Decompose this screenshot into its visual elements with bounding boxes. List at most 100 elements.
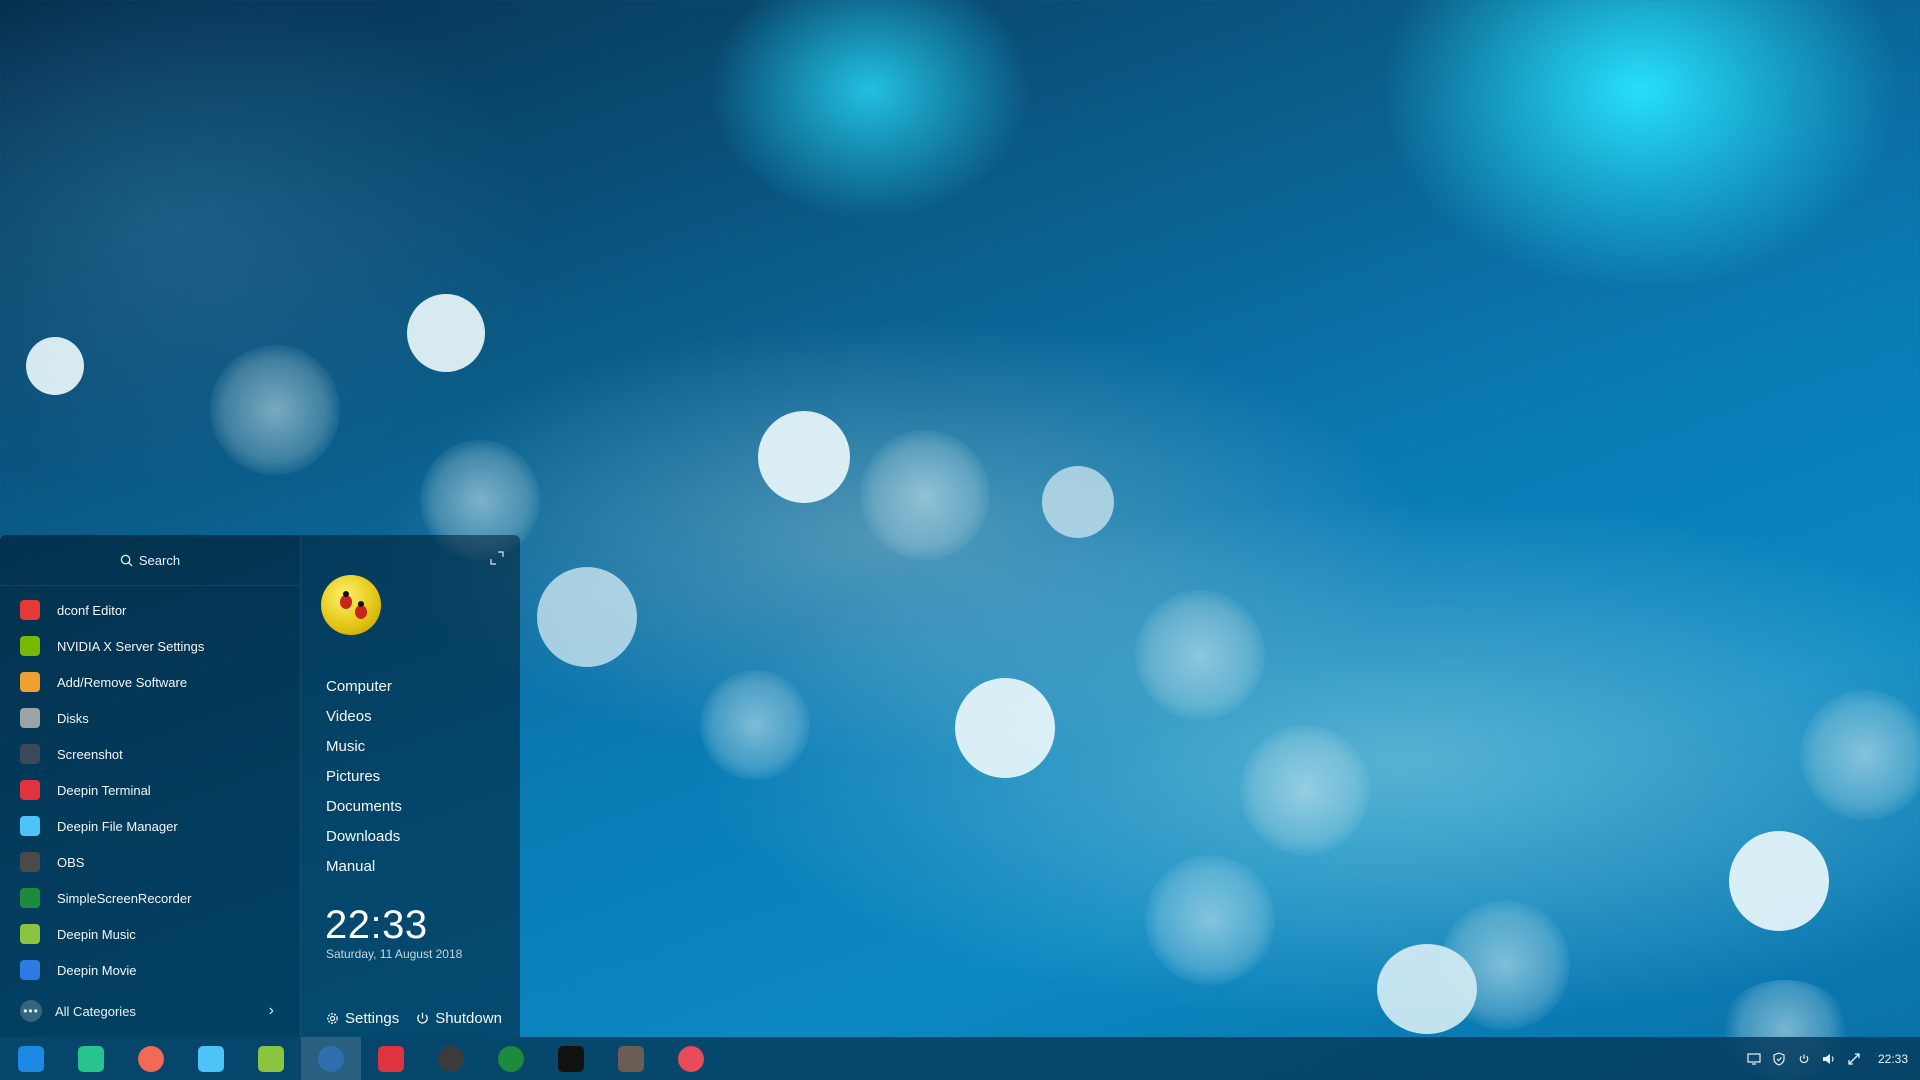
inkscape-icon: [558, 1045, 584, 1072]
ladybug-icon: [355, 601, 367, 619]
gimp-icon: [618, 1045, 644, 1072]
obs-icon: [438, 1045, 464, 1072]
app-list: dconf Editor NVIDIA X Server Settings Ad…: [0, 586, 300, 988]
place-manual[interactable]: Manual: [326, 852, 402, 882]
display-icon[interactable]: [1747, 1052, 1761, 1066]
wallpaper-bokeh: [955, 678, 1055, 778]
screen-recorder-icon: [20, 888, 40, 908]
search-icon: [120, 554, 133, 567]
dock-item-file-manager[interactable]: [181, 1037, 241, 1080]
movie-icon: [20, 960, 40, 980]
more-dots-icon: •••: [20, 1000, 42, 1022]
app-item-screenshot[interactable]: Screenshot: [0, 736, 300, 772]
app-item-deepin-movie[interactable]: Deepin Movie: [0, 952, 300, 988]
screen-recorder-icon: [138, 1045, 164, 1072]
taskbar-clock[interactable]: 22:33: [1878, 1052, 1908, 1066]
dock-item-screen-recorder[interactable]: [121, 1037, 181, 1080]
dock-item-obs[interactable]: [421, 1037, 481, 1080]
wallpaper-bokeh: [1042, 466, 1114, 538]
app-item-deepin-music[interactable]: Deepin Music: [0, 916, 300, 952]
app-list-pane: Search dconf Editor NVIDIA X Server Sett…: [0, 535, 300, 1037]
app-item-disks[interactable]: Disks: [0, 700, 300, 736]
file-manager-icon: [20, 816, 40, 836]
wallpaper-bokeh: [1135, 590, 1265, 720]
wallpaper-bokeh: [407, 294, 485, 372]
app-item-obs[interactable]: OBS: [0, 844, 300, 880]
place-pictures[interactable]: Pictures: [326, 762, 402, 792]
terminal-icon: [378, 1045, 404, 1072]
start-menu: Search dconf Editor NVIDIA X Server Sett…: [0, 535, 520, 1037]
dock-item-gimp[interactable]: [601, 1037, 661, 1080]
dock-item-simple-screen-recorder[interactable]: [481, 1037, 541, 1080]
nvidia-icon: [20, 636, 40, 656]
wallpaper-bokeh: [1377, 944, 1477, 1034]
settings-button[interactable]: Settings: [325, 1010, 399, 1027]
app-label: Screenshot: [57, 746, 123, 762]
settings-label: Settings: [345, 1010, 400, 1027]
wallpaper-bokeh: [758, 411, 850, 503]
app-label: SimpleScreenRecorder: [57, 890, 192, 906]
app-label: Deepin Movie: [57, 962, 137, 978]
dock-item-settings-gear[interactable]: [661, 1037, 721, 1080]
dock-item-deepin-browser[interactable]: [301, 1037, 361, 1080]
search-input[interactable]: Search: [0, 535, 300, 586]
dock-item-inkscape[interactable]: [541, 1037, 601, 1080]
app-label: Deepin File Manager: [57, 818, 178, 834]
network-icon[interactable]: [1847, 1052, 1861, 1066]
places-list: Computer Videos Music Pictures Documents…: [326, 672, 402, 882]
app-item-nvidia-settings[interactable]: NVIDIA X Server Settings: [0, 628, 300, 664]
app-item-deepin-terminal[interactable]: Deepin Terminal: [0, 772, 300, 808]
place-videos[interactable]: Videos: [326, 702, 402, 732]
user-avatar[interactable]: [321, 575, 381, 635]
file-manager-icon: [198, 1045, 224, 1072]
gear-icon: [327, 1013, 338, 1024]
search-placeholder: Search: [138, 552, 181, 568]
wallpaper-bokeh: [26, 337, 84, 395]
screenshot-icon: [20, 744, 40, 764]
dock-item-launcher[interactable]: [1, 1037, 61, 1080]
power-icon: [417, 1012, 429, 1024]
shield-icon[interactable]: [1772, 1051, 1786, 1066]
shutdown-button[interactable]: Shutdown: [415, 1010, 502, 1027]
app-item-dconf-editor[interactable]: dconf Editor: [0, 592, 300, 628]
all-categories-button[interactable]: ••• All Categories ›: [0, 993, 300, 1029]
settings-gear-icon: [678, 1045, 704, 1072]
place-computer[interactable]: Computer: [326, 672, 402, 702]
wallpaper-bokeh: [1800, 690, 1920, 820]
power-actions: Settings Shutdown: [325, 1010, 502, 1027]
simple-screen-recorder-icon: [498, 1045, 524, 1072]
volume-icon[interactable]: [1822, 1052, 1836, 1066]
power-icon[interactable]: [1797, 1052, 1811, 1066]
chevron-right-icon: ›: [268, 1002, 274, 1019]
terminal-icon: [20, 780, 40, 800]
app-item-deepin-file-manager[interactable]: Deepin File Manager: [0, 808, 300, 844]
app-label: Add/Remove Software: [57, 674, 188, 690]
app-label: NVIDIA X Server Settings: [57, 638, 205, 654]
wallpaper-bokeh: [1729, 831, 1829, 931]
wallpaper-bokeh: [1145, 855, 1275, 985]
launcher-clock: 22:33: [325, 903, 428, 947]
dock-item-terminal-green[interactable]: [61, 1037, 121, 1080]
dock: [0, 1037, 721, 1080]
app-item-simple-screen-recorder[interactable]: SimpleScreenRecorder: [0, 880, 300, 916]
wallpaper-bokeh: [860, 430, 990, 560]
all-categories-label: All Categories: [55, 1003, 136, 1019]
ladybug-icon: [340, 591, 352, 609]
wallpaper-bokeh: [700, 670, 810, 780]
app-item-add-remove-software[interactable]: Add/Remove Software: [0, 664, 300, 700]
dock-item-music[interactable]: [241, 1037, 301, 1080]
app-label: Deepin Music: [57, 926, 136, 942]
wallpaper-bokeh: [1240, 725, 1370, 855]
dconf-editor-icon: [20, 600, 40, 620]
taskbar: 22:33: [0, 1037, 1920, 1080]
place-music[interactable]: Music: [326, 732, 402, 762]
fullscreen-toggle-icon[interactable]: [490, 551, 504, 565]
app-label: Deepin Terminal: [57, 782, 151, 798]
deepin-browser-icon: [318, 1045, 344, 1072]
dock-item-terminal[interactable]: [361, 1037, 421, 1080]
app-label: Disks: [57, 710, 89, 726]
obs-icon: [20, 852, 40, 872]
place-downloads[interactable]: Downloads: [326, 822, 402, 852]
launcher-icon: [18, 1045, 44, 1072]
place-documents[interactable]: Documents: [326, 792, 402, 822]
